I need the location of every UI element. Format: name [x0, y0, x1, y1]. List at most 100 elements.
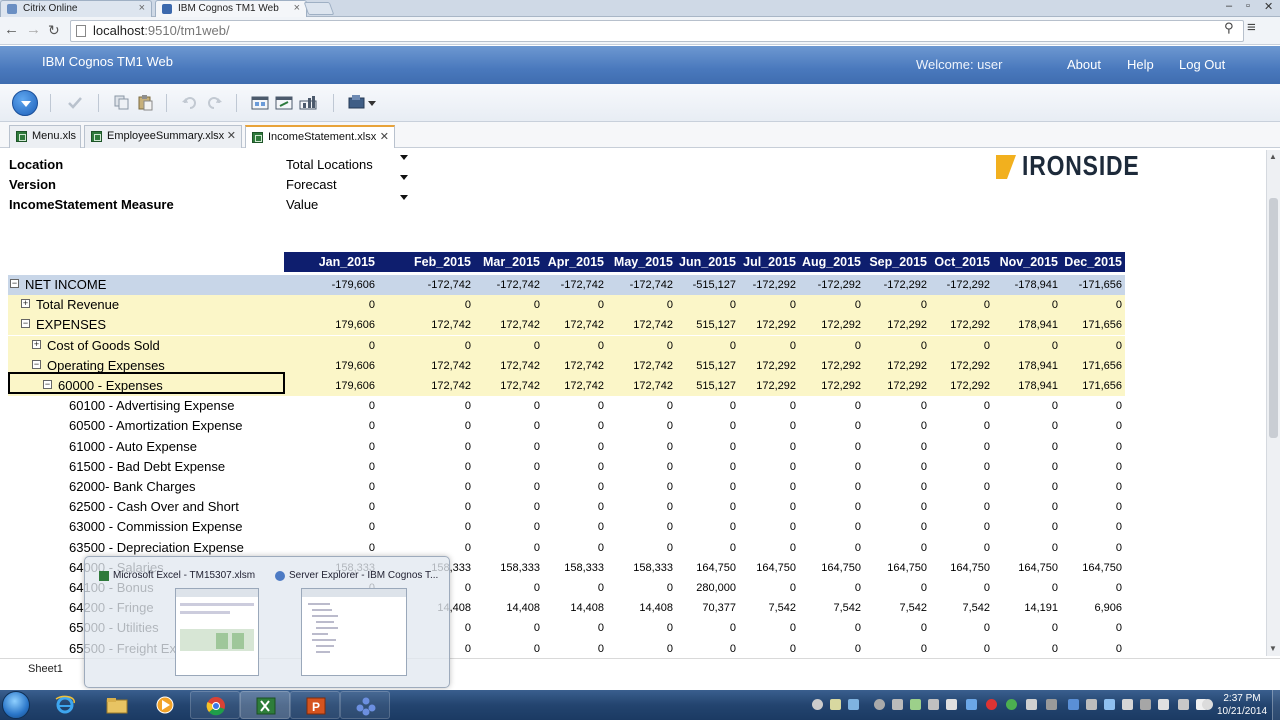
- data-cell[interactable]: 172,292: [821, 380, 861, 392]
- data-cell[interactable]: 0: [667, 420, 673, 432]
- browser-menu-icon[interactable]: ≡: [1247, 19, 1256, 36]
- chevron-down-icon[interactable]: [400, 195, 408, 200]
- data-cell[interactable]: 164,750: [756, 562, 796, 574]
- data-cell[interactable]: 0: [598, 521, 604, 533]
- data-cell[interactable]: 172,742: [564, 360, 604, 372]
- data-cell[interactable]: 6,906: [1094, 602, 1122, 614]
- row-label[interactable]: EXPENSES: [36, 317, 106, 332]
- row-label[interactable]: 62000- Bank Charges: [69, 479, 195, 494]
- paste-icon[interactable]: [136, 94, 154, 111]
- data-cell[interactable]: 164,750: [950, 562, 990, 574]
- taskbar-cognos[interactable]: [340, 691, 390, 719]
- data-cell[interactable]: 0: [534, 441, 540, 453]
- data-cell[interactable]: 0: [369, 501, 375, 513]
- data-cell[interactable]: 172,742: [500, 360, 540, 372]
- data-cell[interactable]: 0: [855, 521, 861, 533]
- data-cell[interactable]: 0: [667, 643, 673, 655]
- data-cell[interactable]: 178,941: [1018, 360, 1058, 372]
- help-link[interactable]: Help: [1127, 57, 1154, 72]
- data-cell[interactable]: 172,742: [633, 360, 673, 372]
- data-cell[interactable]: 0: [730, 461, 736, 473]
- data-cell[interactable]: 172,742: [431, 360, 471, 372]
- data-cell[interactable]: 0: [790, 340, 796, 352]
- data-cell[interactable]: 0: [598, 542, 604, 554]
- data-cell[interactable]: 179,606: [335, 380, 375, 392]
- data-cell[interactable]: 0: [1052, 582, 1058, 594]
- data-cell[interactable]: 0: [667, 461, 673, 473]
- data-cell[interactable]: -172,292: [947, 279, 990, 291]
- data-cell[interactable]: -172,742: [497, 279, 540, 291]
- data-cell[interactable]: 515,127: [696, 360, 736, 372]
- data-cell[interactable]: 172,292: [756, 380, 796, 392]
- data-cell[interactable]: 172,742: [431, 380, 471, 392]
- data-cell[interactable]: 0: [1052, 521, 1058, 533]
- data-cell[interactable]: 0: [465, 441, 471, 453]
- data-cell[interactable]: 0: [730, 420, 736, 432]
- undo-icon[interactable]: [181, 94, 199, 111]
- column-header[interactable]: Jan_2015: [319, 255, 375, 269]
- data-cell[interactable]: 0: [465, 461, 471, 473]
- data-cell[interactable]: 14,408: [639, 602, 673, 614]
- data-cell[interactable]: 0: [667, 542, 673, 554]
- data-cell[interactable]: 0: [369, 299, 375, 311]
- tray-icon[interactable]: [830, 699, 841, 710]
- column-header[interactable]: Sep_2015: [869, 255, 927, 269]
- data-cell[interactable]: 178,941: [1018, 319, 1058, 331]
- close-tab-icon[interactable]: ✕: [227, 126, 236, 147]
- data-cell[interactable]: -172,292: [753, 279, 796, 291]
- data-cell[interactable]: 0: [667, 299, 673, 311]
- data-cell[interactable]: 172,292: [756, 319, 796, 331]
- data-cell[interactable]: 0: [790, 441, 796, 453]
- tray-icon[interactable]: [910, 699, 921, 710]
- data-cell[interactable]: 179,606: [335, 319, 375, 331]
- data-cell[interactable]: 0: [1116, 622, 1122, 634]
- tray-icon[interactable]: [1122, 699, 1133, 710]
- data-cell[interactable]: 0: [855, 340, 861, 352]
- column-header[interactable]: Feb_2015: [414, 255, 471, 269]
- data-cell[interactable]: 0: [465, 542, 471, 554]
- data-cell[interactable]: 14,191: [1024, 602, 1058, 614]
- data-cell[interactable]: 0: [369, 420, 375, 432]
- data-cell[interactable]: 0: [1052, 461, 1058, 473]
- data-cell[interactable]: 0: [1052, 400, 1058, 412]
- data-cell[interactable]: 7,542: [833, 602, 861, 614]
- data-cell[interactable]: 0: [667, 501, 673, 513]
- data-cell[interactable]: 515,127: [696, 380, 736, 392]
- data-cell[interactable]: 515,127: [696, 319, 736, 331]
- data-cell[interactable]: 0: [1116, 441, 1122, 453]
- data-cell[interactable]: 0: [598, 299, 604, 311]
- data-cell[interactable]: 172,742: [564, 319, 604, 331]
- data-cell[interactable]: 0: [1116, 299, 1122, 311]
- data-cell[interactable]: 0: [790, 461, 796, 473]
- data-cell[interactable]: 171,656: [1082, 319, 1122, 331]
- vertical-scrollbar[interactable]: ▲ ▼: [1266, 150, 1280, 656]
- data-cell[interactable]: 171,656: [1082, 360, 1122, 372]
- taskbar-chrome[interactable]: [190, 691, 240, 719]
- data-cell[interactable]: 0: [667, 622, 673, 634]
- data-cell[interactable]: 0: [1052, 643, 1058, 655]
- data-cell[interactable]: 0: [1116, 340, 1122, 352]
- data-cell[interactable]: 0: [730, 643, 736, 655]
- back-icon[interactable]: ←: [4, 21, 19, 38]
- data-cell[interactable]: 0: [598, 582, 604, 594]
- data-cell[interactable]: 0: [465, 582, 471, 594]
- data-cell[interactable]: 0: [921, 582, 927, 594]
- data-cell[interactable]: 0: [534, 582, 540, 594]
- data-cell[interactable]: 0: [730, 542, 736, 554]
- data-cell[interactable]: 0: [984, 340, 990, 352]
- commit-check-icon[interactable]: [66, 94, 84, 111]
- data-cell[interactable]: 158,333: [633, 562, 673, 574]
- data-cell[interactable]: -171,656: [1079, 279, 1122, 291]
- minimize-icon[interactable]: –: [1226, 0, 1232, 12]
- row-label[interactable]: Operating Expenses: [47, 358, 165, 373]
- taskbar-file-explorer[interactable]: [92, 691, 142, 719]
- data-cell[interactable]: 0: [369, 461, 375, 473]
- redo-icon[interactable]: [205, 94, 223, 111]
- data-cell[interactable]: 0: [855, 622, 861, 634]
- data-cell[interactable]: 172,292: [887, 319, 927, 331]
- data-cell[interactable]: 0: [984, 441, 990, 453]
- data-cell[interactable]: 178,941: [1018, 380, 1058, 392]
- data-cell[interactable]: 0: [1116, 400, 1122, 412]
- data-cell[interactable]: 0: [465, 340, 471, 352]
- location-selector[interactable]: Total Locations: [286, 157, 373, 172]
